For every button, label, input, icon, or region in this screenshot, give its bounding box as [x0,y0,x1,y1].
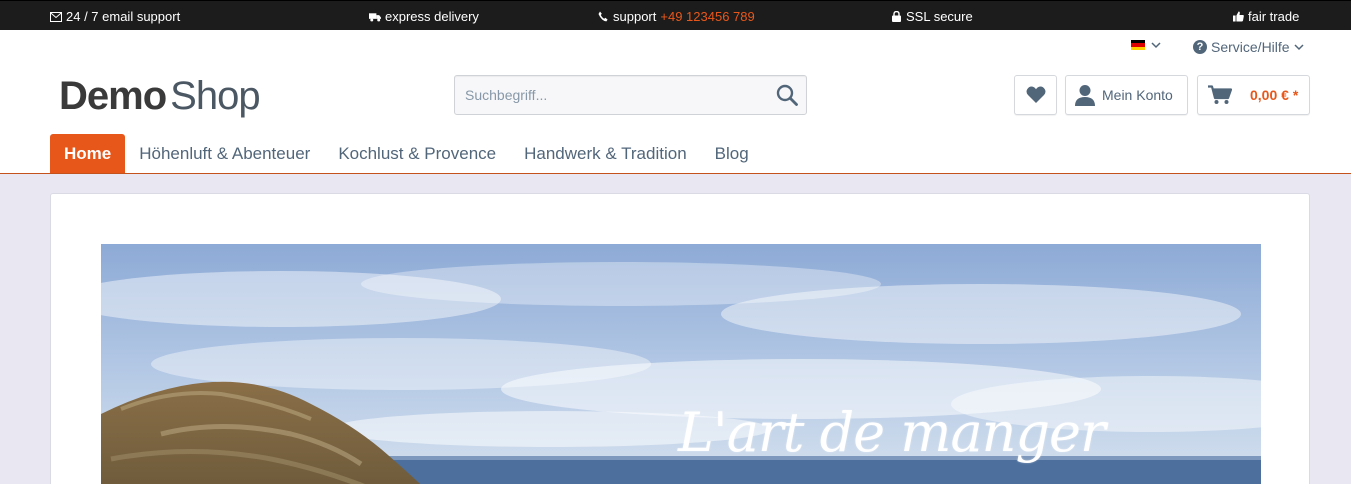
phone-icon [597,11,609,23]
truck-icon [369,11,381,23]
chevron-down-icon [1294,42,1304,52]
thumbs-up-icon [1232,11,1244,23]
logo-bold-text: Demo [59,74,167,118]
ssl-secure-item: SSL secure [890,9,973,24]
express-delivery-item: express delivery [369,9,479,24]
shop-logo[interactable]: Demo Shop [59,74,261,119]
ssl-secure-text: SSL secure [906,9,973,24]
nav-item-home[interactable]: Home [50,134,126,173]
account-button[interactable]: Mein Konto [1065,75,1188,115]
content-panel: L'art de manger [50,193,1310,484]
de-flag-icon [1131,40,1145,50]
logo-light-text: Shop [170,74,260,118]
account-label: Mein Konto [1102,87,1173,103]
service-help-label: Service/Hilfe [1211,39,1290,55]
nav-item-blog[interactable]: Blog [701,134,763,173]
wishlist-button[interactable] [1014,75,1057,115]
support-phone-item: support +49 123456 789 [597,9,755,24]
cart-amount: 0,00 € * [1250,87,1299,103]
nav-item-kochlust-provence[interactable]: Kochlust & Provence [324,134,510,173]
question-circle-icon: ? [1193,40,1207,54]
search-input[interactable] [455,76,765,114]
support-label: support [613,9,657,24]
envelope-icon [50,11,62,23]
email-support-item: 24 / 7 email support [50,9,180,24]
main-navigation: Home Höhenluft & Abenteuer Kochlust & Pr… [50,134,763,173]
search-box [454,75,807,115]
hero-banner[interactable]: L'art de manger [101,244,1261,484]
email-support-text: 24 / 7 email support [66,9,181,24]
cart-icon [1208,85,1232,104]
service-help-menu[interactable]: ? Service/Hilfe [1193,39,1304,55]
user-icon [1075,85,1095,106]
nav-item-hoehenluft-abenteuer[interactable]: Höhenluft & Abenteuer [125,134,324,173]
nav-item-handwerk-tradition[interactable]: Handwerk & Tradition [510,134,701,173]
support-phone-link[interactable]: +49 123456 789 [660,9,754,24]
fair-trade-text: fair trade [1248,9,1300,24]
language-switcher[interactable] [1131,40,1161,50]
chevron-down-icon [1151,40,1161,50]
lock-icon [890,11,902,23]
express-delivery-text: express delivery [385,9,479,24]
search-icon [776,84,798,106]
heart-icon [1026,86,1045,103]
search-button[interactable] [774,83,800,107]
fair-trade-item: fair trade [1232,9,1299,24]
site-header: ? Service/Hilfe Demo Shop Mein Konto 0,0… [0,30,1351,174]
cart-button[interactable]: 0,00 € * [1197,75,1310,115]
top-bar: 24 / 7 email support express delivery su… [0,0,1351,30]
banner-headline: L'art de manger [678,401,1106,464]
